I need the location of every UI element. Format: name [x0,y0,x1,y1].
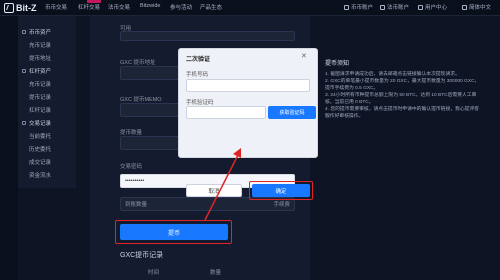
sidebar-item-margin-deposit[interactable]: 充币记录 [22,80,51,88]
sidebar-item-open-orders[interactable]: 当前委托 [22,132,51,140]
sidebar: 币币资产 充币记录 提币地址 杠杆资产 充币记录 提币记录 杠杆记录 交易记录 … [18,16,76,188]
notice-line: 4. 您的提币需要审核，请点击提币时申请中的确认提币链接，我心提评客服作好审核操… [325,107,480,119]
address-label: GXC 提币地址 [120,60,156,66]
top-navbar: Bit-Z 币币交易 杠杆交易 法币交易 Bitzwide 参与活动 产品生态 … [0,0,500,16]
nav-activities[interactable]: 参与活动 [170,3,192,11]
available-display [120,31,295,41]
cancel-button[interactable]: 取消 [186,184,242,197]
wallet-icon [380,4,385,10]
sidebar-item-fund-flow[interactable]: 资金流水 [22,171,51,179]
nav-fiat-account[interactable]: 法币账户 [380,3,409,11]
nav-bitzwide[interactable]: Bitzwide [140,3,160,9]
wallet-icon [344,4,349,10]
sidebar-item-trade-records[interactable]: 交易记录 [22,119,51,127]
logo[interactable]: Bit-Z [4,2,37,14]
confirm-highlight-box [249,181,313,200]
globe-icon [462,4,467,10]
sidebar-item-withdraw-address[interactable]: 提币地址 [22,54,51,62]
memo-label: GXC 提币MEMO [120,97,162,103]
assets-icon [22,30,26,34]
fee-label: 手续费 [273,202,290,208]
left-gutter [0,16,18,280]
records-icon [22,121,26,125]
nav-spot-trading[interactable]: 币币交易 [45,3,67,11]
sidebar-item-margin-withdraw[interactable]: 提币记录 [22,93,51,101]
sms-code-label: 手机验证码 [186,100,214,106]
sidebar-item-spot-assets[interactable]: 币币资产 [22,28,51,36]
amount-label: 提币数量 [120,130,143,136]
notice-line: 2. GXC的单笔最小提币数量为 20 GXC，最大提币数量为 300000 G… [325,79,480,91]
notice-line: 1. 截图请求申请成功后，请去邮箱点击链接确认本次提现请求。 [325,72,460,77]
nav-ecosystem[interactable]: 产品生态 [200,3,222,11]
close-icon[interactable]: ✕ [301,52,493,60]
sidebar-item-deposit-records[interactable]: 充币记录 [22,41,51,49]
nav-margin-trading[interactable]: 杠杆交易 [78,3,100,11]
records-col-amount: 数量 [210,270,222,276]
password-label: 交易密码 [120,164,143,170]
withdraw-notice: 提币须知 1. 截图请求申请成功后，请去邮箱点击链接确认本次提现请求。 2. G… [325,58,485,120]
phone-label: 手机号码 [186,72,209,78]
submit-highlight-box [115,220,232,244]
arrival-label: 到账数量 [125,202,148,208]
sidebar-item-order-history[interactable]: 历史委托 [22,145,51,153]
sms-code-input[interactable] [186,106,266,119]
nav-language[interactable]: 简体中文 [462,3,491,11]
dialog-title: 二次验证 [186,57,211,63]
sidebar-item-margin-assets[interactable]: 杠杆资产 [22,67,51,75]
notice-line: 3. 24小时所有币种提币总额上限为 50 BTC，达到 10 BTC后需要人工… [325,93,477,105]
get-code-button[interactable]: 获取验证码 [268,106,316,119]
logo-text: Bit-Z [16,3,37,13]
records-title: GXC提币记录 [120,252,164,259]
nav-otc-trading[interactable]: 法币交易 [108,3,130,11]
records-col-time: 时间 [148,270,160,276]
logo-icon [4,3,14,13]
margin-icon [22,69,26,73]
user-icon [418,4,423,10]
nav-user-center[interactable]: 用户中心 [418,3,447,11]
phone-input[interactable] [186,79,310,92]
nav-spot-account[interactable]: 币币账户 [344,3,373,11]
sidebar-item-trade-history[interactable]: 成交记录 [22,158,51,166]
sidebar-item-margin-records[interactable]: 杠杆记录 [22,106,51,114]
